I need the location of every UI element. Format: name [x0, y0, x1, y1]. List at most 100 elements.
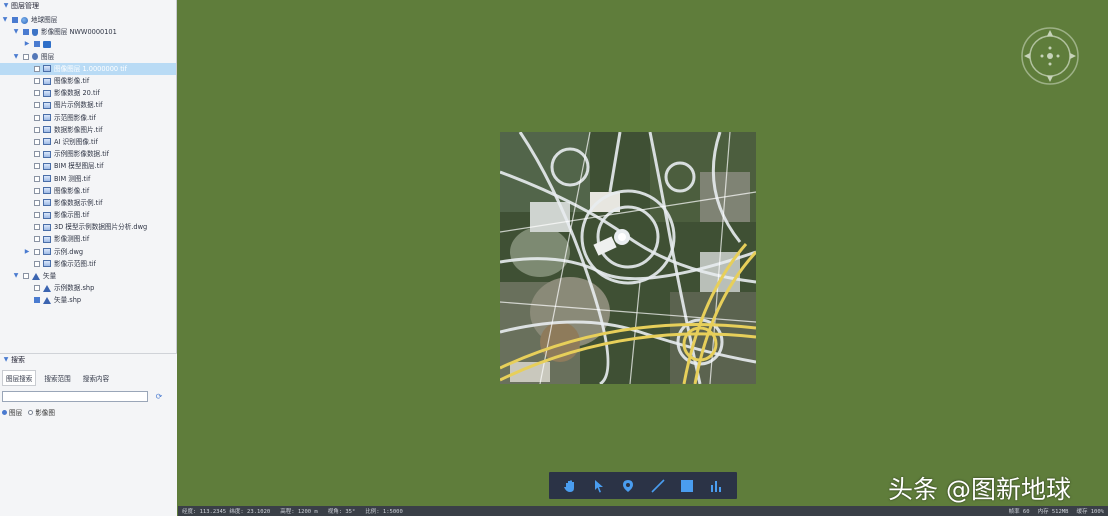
chevron-down-icon[interactable]: ▼ [13, 270, 19, 282]
chevron-down-icon[interactable]: ▼ [3, 0, 9, 12]
tab-search-content[interactable]: 搜索内容 [79, 370, 113, 386]
layer-tree-item[interactable]: 示范图影像.tif [0, 112, 176, 124]
layer-tree-item-label: 示例图影像数据.tif [54, 150, 109, 159]
map-viewport[interactable] [178, 0, 1108, 506]
layer-tree-item[interactable]: ▶ 示例.dwg [0, 246, 176, 258]
layer-visibility-checkbox[interactable] [34, 151, 40, 158]
layer-panel-title: 图层管理 [11, 2, 39, 10]
layer-visibility-checkbox[interactable] [34, 224, 40, 231]
layer-visibility-checkbox[interactable] [23, 29, 29, 36]
layer-tree-item[interactable]: ▼ 影像图层 NWW0000101 [0, 26, 176, 38]
layer-tree-item[interactable]: 示例数据.shp [0, 282, 176, 294]
layer-visibility-checkbox[interactable] [12, 17, 18, 24]
layer-tree-item-label: 影像图层 NWW0000101 [41, 28, 117, 37]
layer-tree-item-label: BIM 测图.tif [54, 174, 91, 183]
tab-search-range[interactable]: 搜索范围 [40, 370, 74, 386]
radio-dot [2, 409, 7, 415]
status-memory: 内存 512MB [1037, 509, 1069, 515]
image-icon [43, 77, 51, 85]
layer-visibility-checkbox[interactable] [34, 260, 40, 267]
image-icon [43, 138, 51, 146]
left-panel: ▼ 图层管理 ▼ 地球图层 ▼ 影像图层 NWW0000101 ▶ ▼ 图层 图像图层 1.0… [0, 0, 177, 516]
image-icon [43, 162, 51, 170]
navigation-compass[interactable] [1018, 24, 1082, 88]
chevron-right-icon[interactable]: ▶ [24, 38, 30, 50]
layer-visibility-checkbox[interactable] [34, 212, 40, 219]
status-fps: 帧率 60 [1008, 509, 1030, 515]
filter-layer-radio[interactable]: 图层 [2, 407, 22, 417]
image-icon [43, 211, 51, 219]
image-icon [43, 65, 51, 73]
layer-visibility-checkbox[interactable] [34, 138, 40, 145]
layer-tree-item-label: 影像示图.tif [54, 211, 90, 220]
polygon-icon[interactable] [678, 477, 696, 495]
compass-icon[interactable] [1018, 24, 1082, 88]
layer-tree-item[interactable]: 数据影像图片.tif [0, 124, 176, 136]
layer-tree-item[interactable]: BIM 模型图层.tif [0, 160, 176, 172]
layer-visibility-checkbox[interactable] [23, 53, 29, 60]
line-icon[interactable] [649, 477, 667, 495]
layer-tree-item[interactable]: 影像数据示例.tif [0, 197, 176, 209]
layer-visibility-checkbox[interactable] [23, 273, 29, 280]
measure-icon[interactable] [707, 477, 725, 495]
layer-tree-item-label: 图像影像.tif [54, 186, 90, 195]
folder-icon [43, 40, 51, 48]
placemark-icon[interactable] [619, 477, 637, 495]
layer-visibility-checkbox[interactable] [34, 175, 40, 182]
radio-dot [28, 409, 34, 415]
layer-visibility-checkbox[interactable] [34, 41, 40, 48]
search-panel: ▼ 搜索 图层搜索 搜索范围 搜索内容 ⟳ 图层 影像图 [0, 353, 177, 516]
layer-tree-item[interactable]: ▼ 地球图层 [0, 14, 176, 26]
chevron-down-icon[interactable]: ▼ [2, 14, 8, 26]
layer-visibility-checkbox[interactable] [34, 199, 40, 206]
search-panel-header[interactable]: ▼ 搜索 [0, 354, 177, 366]
layer-visibility-checkbox[interactable] [34, 65, 40, 72]
layer-visibility-checkbox[interactable] [34, 114, 40, 121]
layer-visibility-checkbox[interactable] [34, 78, 40, 85]
layer-tree-item[interactable]: 示例图影像数据.tif [0, 148, 176, 160]
layer-visibility-checkbox[interactable] [34, 102, 40, 109]
layer-tree-item[interactable]: 影像示图.tif [0, 209, 176, 221]
layer-tree-item[interactable]: ▼ 矢量 [0, 270, 176, 282]
layer-tree-item-label: 示例.dwg [54, 247, 84, 256]
layer-visibility-checkbox[interactable] [34, 163, 40, 170]
hand-icon[interactable] [561, 477, 579, 495]
filter-layer-label: 图层 [9, 409, 23, 417]
status-view-angle: 视角: 35° [327, 509, 356, 515]
layer-visibility-checkbox[interactable] [34, 236, 40, 243]
layer-tree-item[interactable]: 影像数据 20.tif [0, 87, 176, 99]
layer-tree-item[interactable]: 矢量.shp [0, 294, 176, 306]
layer-tree-item[interactable]: AI 识别图像.tif [0, 136, 176, 148]
chevron-right-icon[interactable]: ▶ [24, 246, 30, 258]
image-icon [43, 101, 51, 109]
chevron-down-icon[interactable]: ▼ [13, 51, 19, 63]
layer-tree-item[interactable]: 3D 模型示例数据图片分析.dwg [0, 221, 176, 233]
layer-tree-item[interactable]: BIM 测图.tif [0, 172, 176, 184]
layer-tree-item-label: AI 识别图像.tif [54, 137, 98, 146]
tab-layer-search[interactable]: 图层搜索 [2, 370, 37, 386]
chevron-down-icon[interactable]: ▼ [13, 26, 19, 38]
layer-visibility-checkbox[interactable] [34, 248, 40, 255]
layer-tree-item[interactable]: ▼ 图层 [0, 51, 176, 63]
layer-tree-item[interactable]: 图片示例数据.tif [0, 99, 176, 111]
layer-panel-header[interactable]: ▼ 图层管理 [0, 0, 176, 12]
layer-tree-item[interactable]: 图像图层 1.0000000 tif [0, 62, 176, 75]
pointer-icon[interactable] [590, 477, 608, 495]
layer-tree-item[interactable]: 影像示范图.tif [0, 258, 176, 270]
layer-visibility-checkbox[interactable] [34, 297, 40, 304]
filter-image-radio[interactable]: 影像图 [28, 407, 55, 417]
layer-tree-item[interactable]: ▶ [0, 38, 176, 50]
refresh-icon[interactable]: ⟳ [154, 392, 164, 402]
search-input[interactable] [2, 391, 148, 402]
chevron-down-icon[interactable]: ▼ [3, 354, 9, 366]
layer-tree-item[interactable]: 影像测图.tif [0, 233, 176, 245]
layer-visibility-checkbox[interactable] [34, 187, 40, 194]
layer-tree-item[interactable]: 图像影像.tif [0, 75, 176, 87]
layer-visibility-checkbox[interactable] [34, 285, 40, 292]
layer-visibility-checkbox[interactable] [34, 90, 40, 97]
vector-icon [32, 272, 40, 280]
layer-tree-item[interactable]: 图像影像.tif [0, 185, 176, 197]
satellite-imagery[interactable] [500, 132, 756, 384]
status-right-group: 帧率 60 内存 512MB 缓存 100% [1009, 507, 1104, 515]
layer-visibility-checkbox[interactable] [34, 126, 40, 133]
